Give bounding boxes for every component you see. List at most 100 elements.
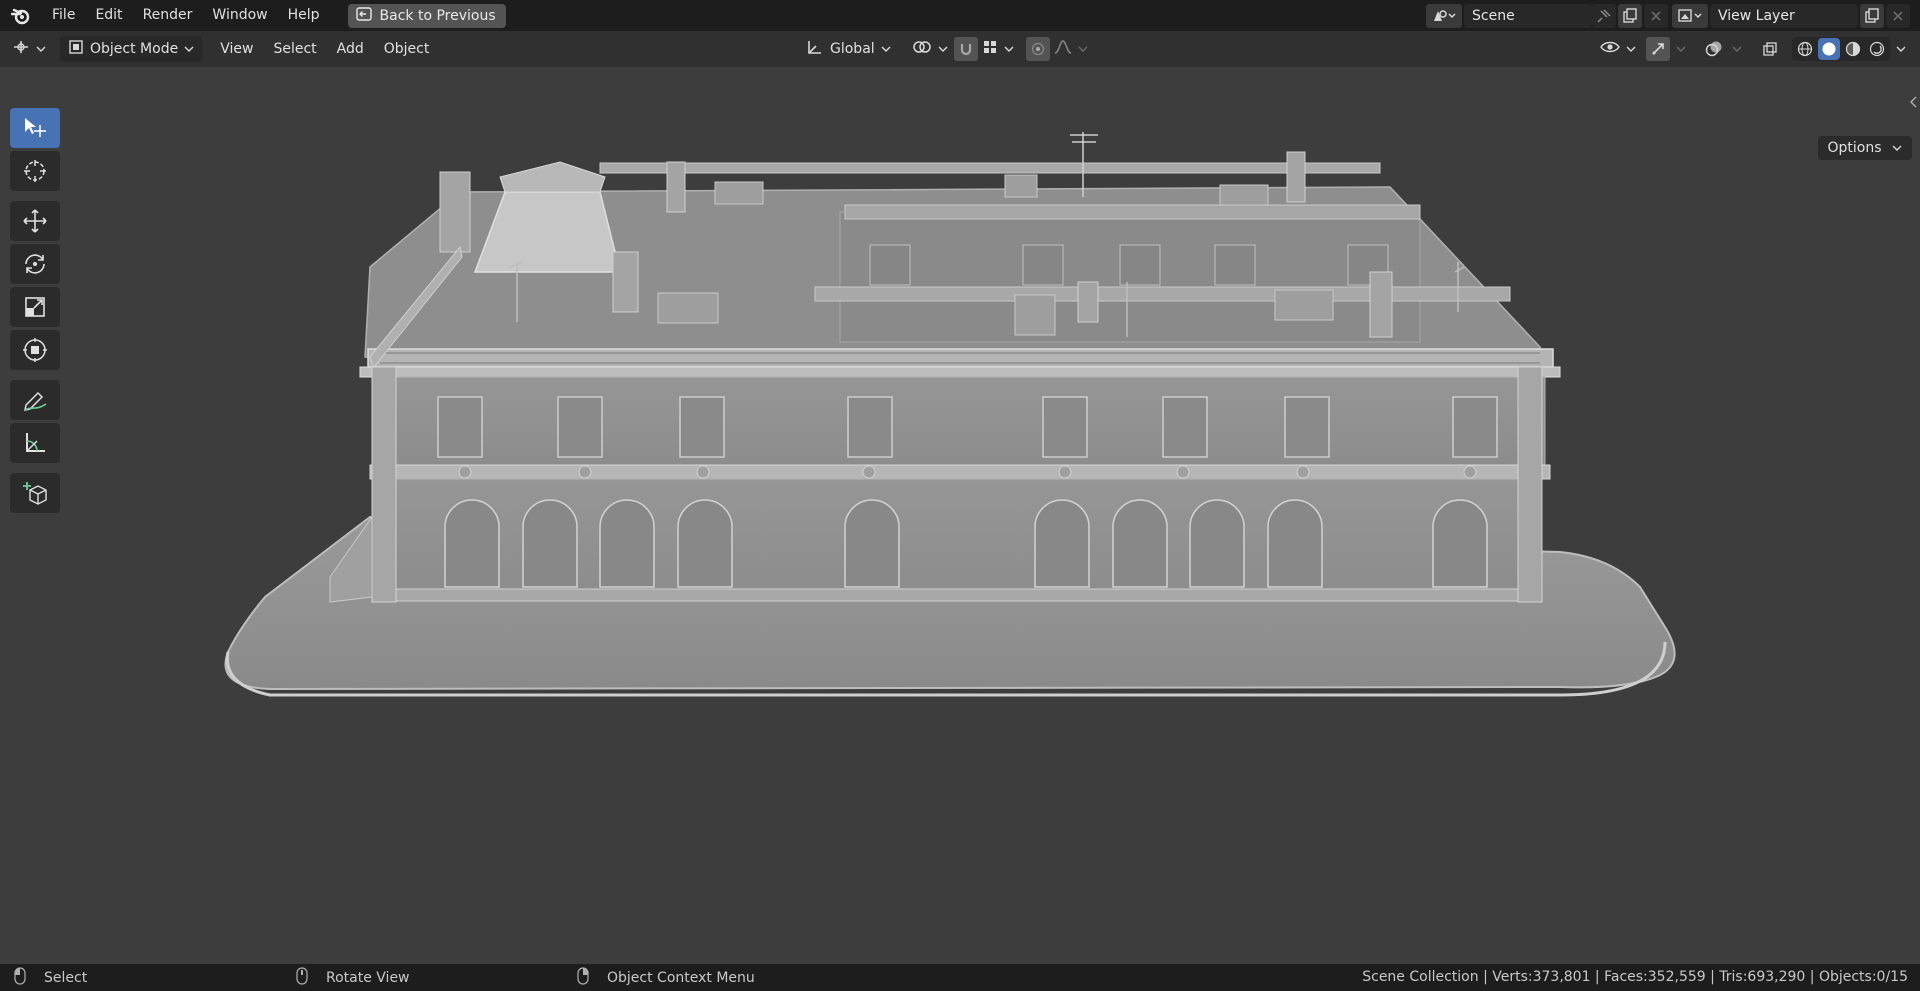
rotate-icon xyxy=(25,254,45,274)
move-arrows-icon xyxy=(23,209,47,233)
select-cursor-icon xyxy=(25,118,46,137)
rotate-tool[interactable] xyxy=(10,244,60,284)
chevron-down-icon xyxy=(1892,140,1902,156)
eye-icon xyxy=(1600,40,1620,58)
blender-logo-icon[interactable] xyxy=(10,5,32,27)
mouse-middle-icon xyxy=(296,966,308,989)
menu-help[interactable]: Help xyxy=(278,0,330,31)
pivot-point-dropdown[interactable] xyxy=(912,36,948,62)
chevron-down-icon xyxy=(938,41,948,57)
back-to-previous-button[interactable]: Back to Previous xyxy=(347,3,506,28)
view-layer-browse-icon[interactable] xyxy=(1672,3,1708,28)
chevron-down-icon xyxy=(36,41,46,57)
options-dropdown[interactable]: Options xyxy=(1817,136,1912,160)
new-view-layer-icon[interactable] xyxy=(1860,3,1884,28)
orientation-label: Global xyxy=(830,41,875,57)
object-mode-icon xyxy=(68,39,84,59)
proportional-edit-icon[interactable] xyxy=(1026,37,1050,61)
proportional-edit-group xyxy=(1026,36,1088,62)
3d-viewport[interactable]: Options xyxy=(0,67,1920,964)
mouse-left-icon xyxy=(14,966,26,989)
menu-window[interactable]: Window xyxy=(202,0,277,31)
transform-tool[interactable] xyxy=(10,330,60,370)
status-rotate-label: Rotate View xyxy=(326,969,410,986)
status-bar: Select Rotate View Object Context Menu S… xyxy=(0,964,1920,991)
rendered-shading-icon[interactable] xyxy=(1866,38,1888,60)
gizmo-toggle-icon[interactable] xyxy=(1646,37,1670,61)
chevron-down-icon xyxy=(184,41,194,57)
overlays-toggle-icon[interactable] xyxy=(1702,37,1726,61)
falloff-dropdown[interactable] xyxy=(1054,36,1088,62)
status-select-label: Select xyxy=(44,969,88,986)
status-rotate-hint: Rotate View xyxy=(296,966,410,989)
pencil-icon xyxy=(24,391,47,411)
back-to-previous-label: Back to Previous xyxy=(379,7,496,24)
transform-orientation-dropdown[interactable]: Global xyxy=(806,36,891,62)
menu-edit[interactable]: Edit xyxy=(85,0,132,31)
mode-label: Object Mode xyxy=(90,41,179,57)
delete-view-layer-icon[interactable] xyxy=(1886,3,1910,28)
scene-name-field[interactable]: Scene xyxy=(1464,3,1592,28)
snap-target-dropdown[interactable] xyxy=(982,36,1014,62)
orientation-icon xyxy=(806,38,824,60)
scene-selector: Scene xyxy=(1426,3,1668,28)
editor-type-icon xyxy=(12,39,30,59)
header-add-menu[interactable]: Add xyxy=(327,36,374,62)
cursor-tool[interactable] xyxy=(10,151,60,191)
editor-type-dropdown[interactable] xyxy=(12,36,46,62)
delete-scene-icon[interactable] xyxy=(1644,3,1668,28)
status-context-label: Object Context Menu xyxy=(607,969,755,986)
move-tool[interactable] xyxy=(10,201,60,241)
header-object-menu[interactable]: Object xyxy=(374,36,440,62)
mouse-right-icon xyxy=(577,966,589,989)
crosshair-icon xyxy=(24,160,46,182)
header-right-icons xyxy=(1600,36,1906,62)
view-layer-name-field[interactable]: View Layer xyxy=(1710,3,1858,28)
chevron-down-icon[interactable] xyxy=(1896,41,1906,57)
visibility-dropdown[interactable] xyxy=(1600,36,1636,62)
measure-tool[interactable] xyxy=(10,423,60,463)
scene-statistics: Scene Collection | Verts:373,801 | Faces… xyxy=(1362,969,1908,985)
chevron-down-icon xyxy=(1004,41,1014,57)
annotate-tool[interactable] xyxy=(10,380,60,420)
scale-tool[interactable] xyxy=(10,287,60,327)
solid-shading-icon[interactable] xyxy=(1818,38,1840,60)
add-cube-icon xyxy=(23,482,47,505)
snap-toggle-icon[interactable] xyxy=(954,37,978,61)
material-shading-icon[interactable] xyxy=(1842,38,1864,60)
chevron-down-icon[interactable] xyxy=(1676,41,1686,57)
tool-shelf xyxy=(10,108,62,516)
back-arrow-icon xyxy=(355,6,372,25)
sidebar-toggle-icon[interactable] xyxy=(1908,95,1918,113)
snap-grid-icon xyxy=(982,39,998,59)
pin-icon[interactable] xyxy=(1592,3,1616,28)
options-label: Options xyxy=(1827,140,1882,156)
header-view-menu[interactable]: View xyxy=(210,36,263,62)
chevron-down-icon[interactable] xyxy=(1732,41,1742,57)
menu-file[interactable]: File xyxy=(42,0,85,31)
status-context-hint: Object Context Menu xyxy=(577,966,755,989)
select-box-tool[interactable] xyxy=(10,108,60,148)
scale-icon xyxy=(25,297,45,317)
new-scene-icon[interactable] xyxy=(1618,3,1642,28)
header-select-menu[interactable]: Select xyxy=(263,36,326,62)
view-layer-selector: View Layer xyxy=(1672,3,1910,28)
ruler-icon xyxy=(26,433,45,452)
xray-toggle-icon[interactable] xyxy=(1758,37,1782,61)
falloff-curve-icon xyxy=(1054,39,1072,59)
chevron-down-icon xyxy=(881,41,891,57)
status-select-hint: Select xyxy=(14,966,88,989)
mode-dropdown[interactable]: Object Mode xyxy=(60,36,203,62)
snap-group xyxy=(954,36,1014,62)
scene-browse-icon[interactable] xyxy=(1426,3,1462,28)
viewport-header: Object Mode View Select Add Object Globa… xyxy=(0,31,1920,67)
wireframe-shading-icon[interactable] xyxy=(1794,38,1816,60)
shading-mode-group xyxy=(1792,37,1890,61)
chevron-down-icon xyxy=(1626,41,1636,57)
menu-render[interactable]: Render xyxy=(133,0,203,31)
transform-icon xyxy=(23,338,47,362)
pivot-icon xyxy=(912,38,932,60)
building-model-render xyxy=(224,132,1676,697)
add-cube-tool[interactable] xyxy=(10,473,60,513)
chevron-down-icon xyxy=(1078,41,1088,57)
